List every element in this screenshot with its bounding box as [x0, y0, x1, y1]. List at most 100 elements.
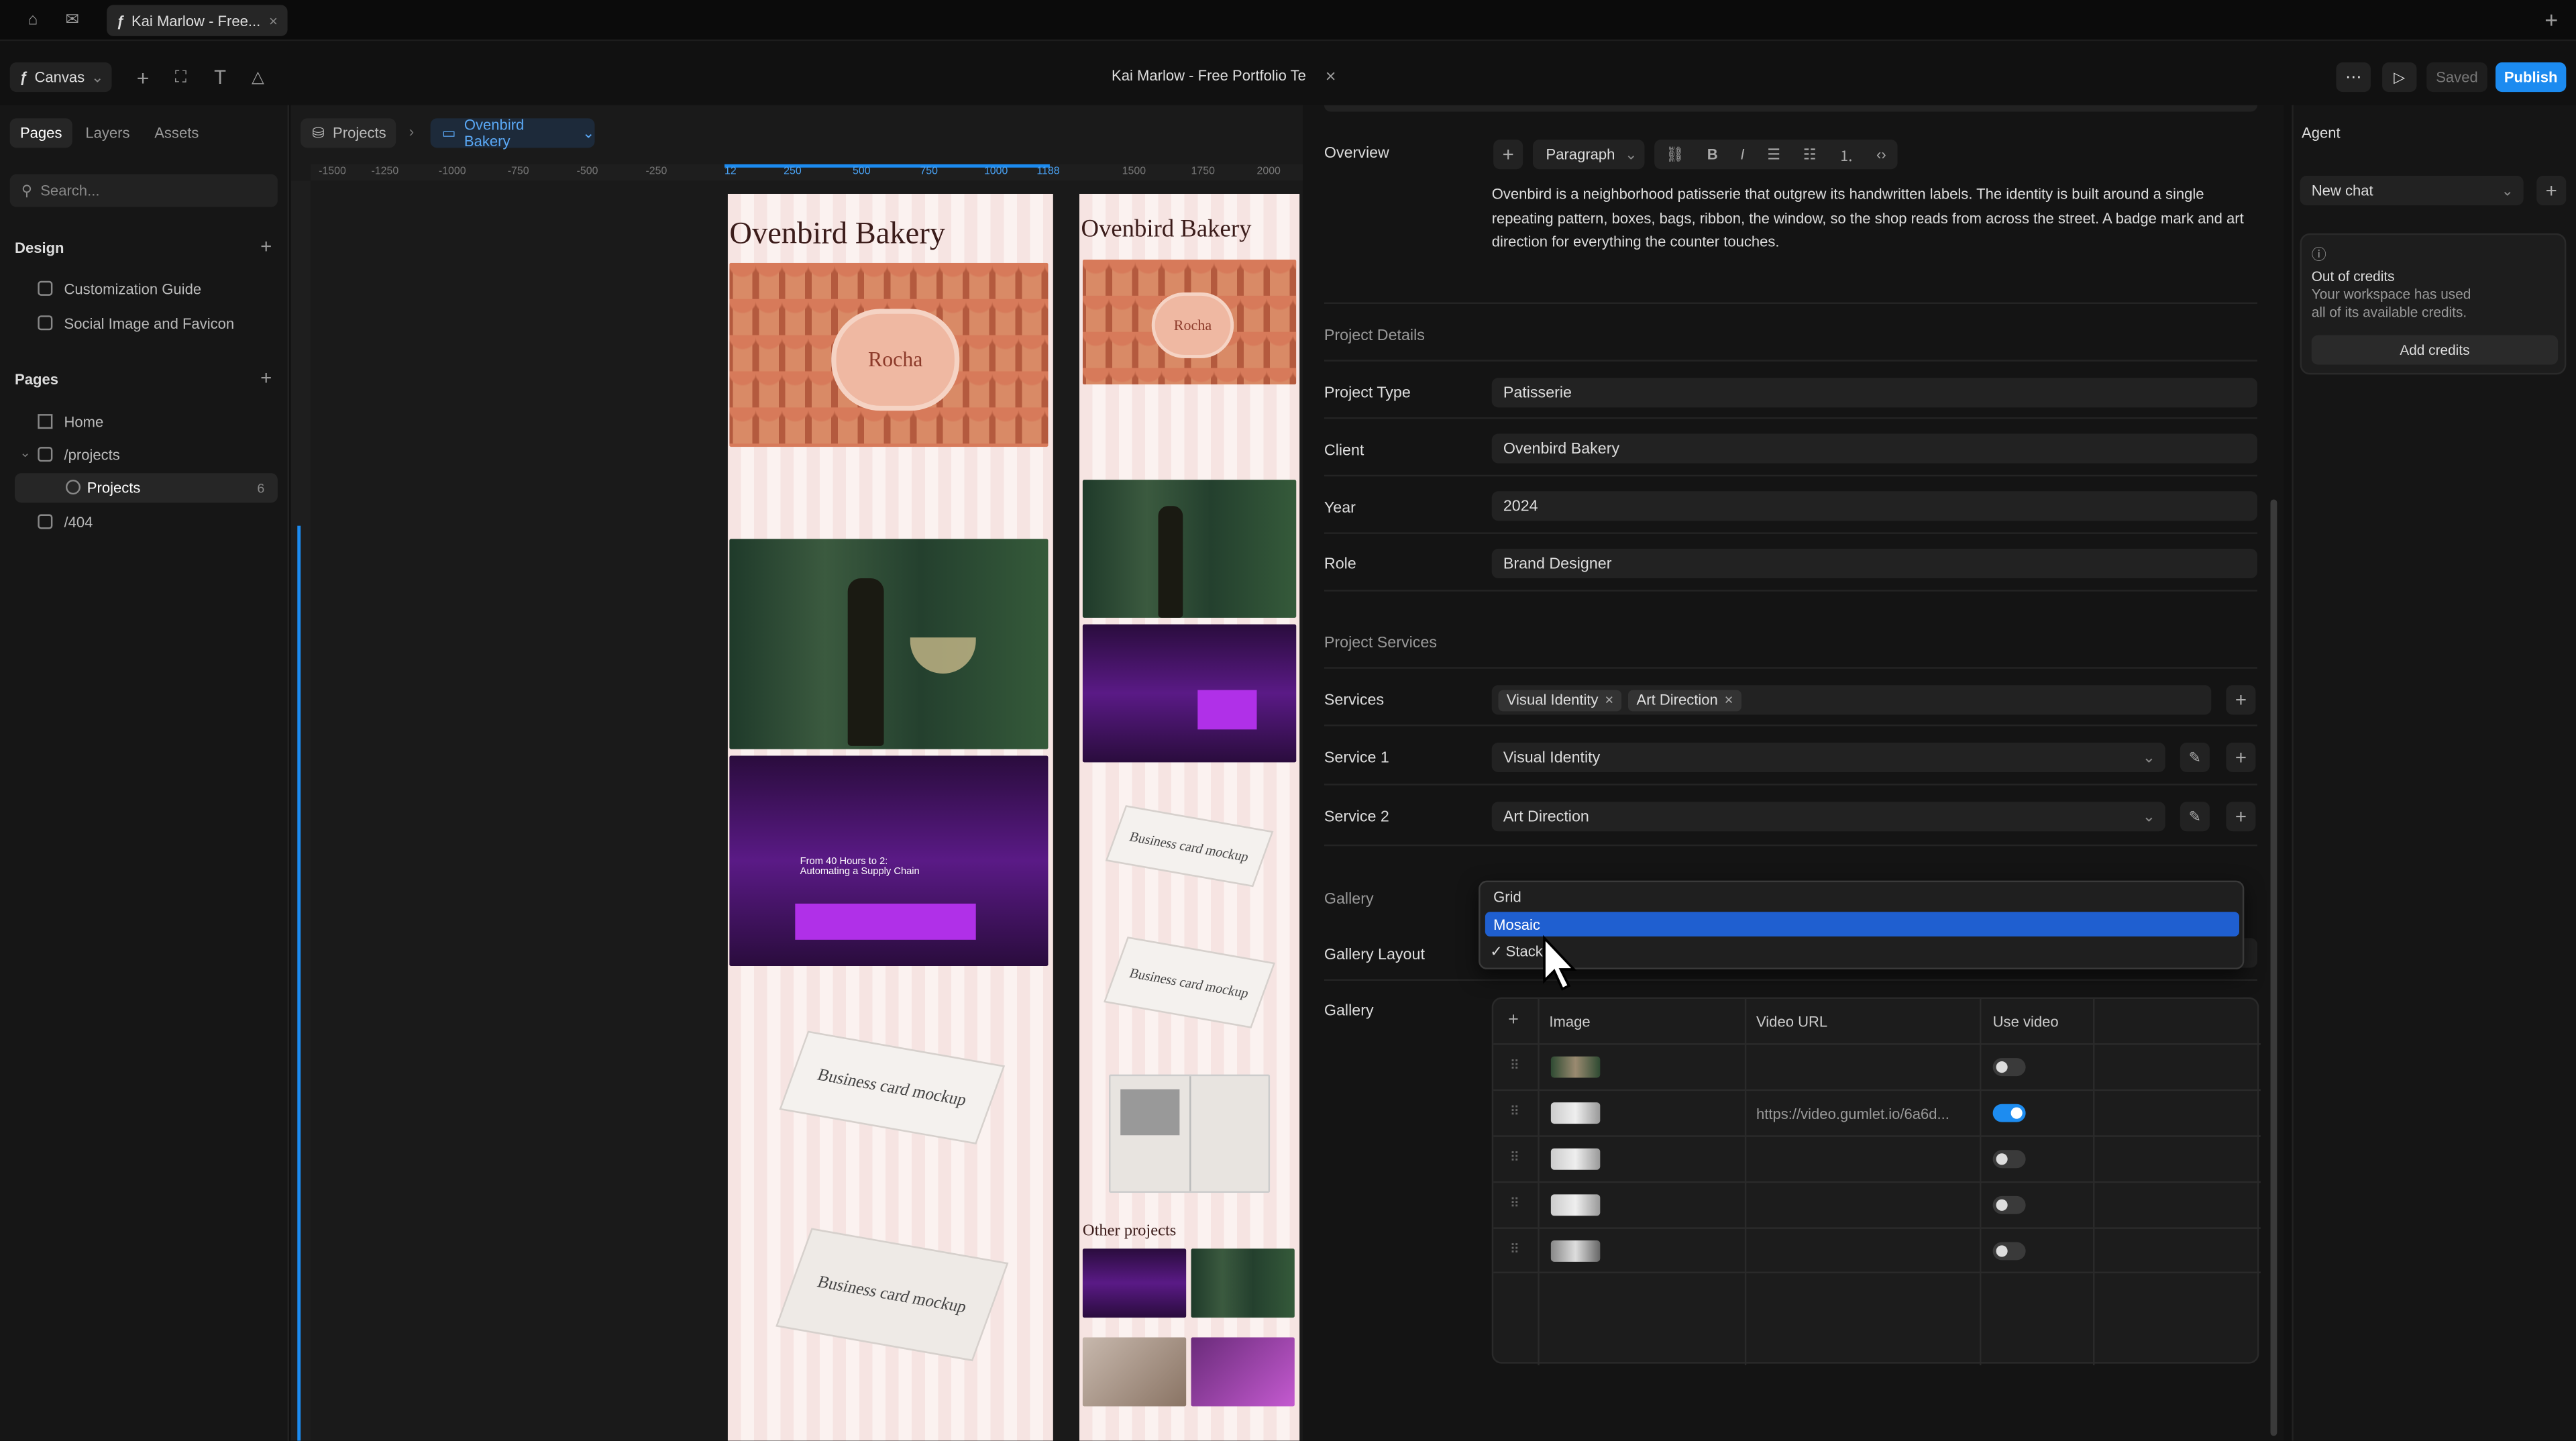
other-project-thumb[interactable] [1191, 1248, 1295, 1318]
desktop-frame[interactable]: Ovenbird Bakery Rocha From 40 Hours to 2… [727, 193, 1053, 1441]
service1-select[interactable]: Visual Identity ⌄ [1491, 742, 2165, 773]
add-page-icon[interactable]: + [256, 366, 276, 389]
tab-layers[interactable]: Layers [85, 125, 129, 141]
insert-icon[interactable]: + [131, 65, 154, 90]
service-chip[interactable]: Visual Identity × [1498, 689, 1622, 711]
breadcrumb-root[interactable]: ⛁ Projects [301, 118, 396, 148]
remove-chip-icon[interactable]: × [1605, 692, 1613, 708]
use-video-toggle[interactable] [1992, 1150, 2026, 1169]
checklist-icon[interactable]: ☷ [1803, 146, 1817, 164]
canvas-area[interactable]: ⛁ Projects › ▭ Ovenbird Bakery ⌄ -1500 -125… [290, 105, 1303, 1441]
video-url-cell[interactable]: https://video.gumlet.io/6a6d... [1756, 1106, 1973, 1122]
table-row[interactable]: ⠿ [1493, 1181, 2261, 1228]
drag-handle-icon[interactable]: ⠿ [1510, 1196, 1519, 1211]
numbered-list-icon[interactable]: ⒈ [1839, 144, 1854, 165]
new-chat-button[interactable]: + [2536, 176, 2567, 206]
close-tab-icon[interactable]: × [269, 12, 278, 28]
document-tab[interactable]: ƒ Kai Marlow - Free... × [107, 5, 288, 36]
credits-card: ⓘ Out of credits Your workspace has used… [2300, 233, 2567, 375]
dropdown-option-grid[interactable]: Grid [1493, 889, 1521, 905]
bold-icon[interactable]: B [1707, 146, 1718, 162]
search-input[interactable]: Search... [40, 182, 99, 199]
drag-handle-icon[interactable]: ⠿ [1510, 1104, 1519, 1119]
other-project-thumb[interactable] [1082, 1248, 1187, 1318]
table-row[interactable]: ⠿ [1493, 1135, 2261, 1181]
add-gallery-item-icon[interactable]: + [1508, 1010, 1519, 1030]
other-project-thumb[interactable] [1082, 1337, 1187, 1407]
use-video-toggle[interactable] [1992, 1104, 2026, 1122]
drag-handle-icon[interactable]: ⠿ [1510, 1058, 1519, 1073]
link-icon[interactable]: ⛓ [1666, 146, 1684, 164]
use-video-toggle[interactable] [1992, 1242, 2026, 1261]
preview-button[interactable]: ▷ [2382, 62, 2417, 93]
drag-handle-icon[interactable]: ⠿ [1510, 1242, 1519, 1257]
frame-tool-icon[interactable]: ⛶ [169, 66, 192, 89]
scrollbar-thumb[interactable] [2270, 499, 2277, 1436]
tab-pages[interactable]: Pages [9, 118, 72, 148]
paragraph-style-select[interactable]: Paragraph ⌄ [1532, 140, 1645, 170]
project-type-input[interactable]: Patisserie [1491, 378, 2257, 408]
new-tab-icon[interactable]: + [2540, 7, 2563, 33]
client-input[interactable]: Ovenbird Bakery [1491, 433, 2257, 464]
saved-status: Saved [2426, 62, 2487, 93]
gallery-image-thumb[interactable] [1550, 1240, 1601, 1262]
title-bar: ⌂ ✉ ƒ Kai Marlow - Free... × + [0, 0, 2576, 42]
bullet-list-icon[interactable]: ☰ [1767, 146, 1780, 164]
design-item-social-image[interactable]: Social Image and Favicon [15, 309, 278, 338]
add-credits-button[interactable]: Add credits [2311, 335, 2559, 365]
page-item-projects-folder[interactable]: ⌄ /projects [15, 440, 278, 470]
table-row[interactable]: ⠿ [1493, 1227, 2261, 1273]
text-tool-icon[interactable]: T [209, 66, 231, 89]
dropdown-option-stack[interactable]: ✓ Stack [1490, 943, 1543, 961]
page-item-404[interactable]: /404 [15, 508, 278, 537]
inbox-icon[interactable]: ✉ [62, 10, 82, 30]
add-service2-button[interactable]: + [2226, 802, 2256, 832]
gallery-image-thumb[interactable] [1550, 1194, 1601, 1216]
chevron-down-icon: ⌄ [2501, 181, 2514, 199]
close-editor-icon[interactable]: × [1320, 66, 1342, 89]
italic-icon[interactable]: I [1740, 146, 1744, 162]
page-item-home[interactable]: Home [15, 407, 278, 437]
overview-text[interactable]: Ovenbird is a neighborhood patisserie th… [1492, 182, 2264, 254]
ruler-tick: 500 [853, 166, 871, 178]
home-icon[interactable]: ⌂ [23, 10, 42, 30]
search-field[interactable]: ⚲ Search... [9, 174, 278, 207]
code-icon[interactable]: ‹› [1876, 146, 1886, 162]
service2-select[interactable]: Art Direction ⌄ [1491, 802, 2165, 832]
insert-block-button[interactable]: + [1493, 140, 1523, 170]
ruler-tick: -500 [576, 166, 598, 178]
other-project-thumb[interactable] [1191, 1337, 1295, 1407]
page-item-projects-cms[interactable]: Projects 6 [15, 473, 278, 503]
services-multiselect[interactable]: Visual Identity × Art Direction × [1491, 685, 2212, 715]
gallery-image-thumb[interactable] [1550, 1056, 1601, 1078]
year-input[interactable]: 2024 [1491, 491, 2257, 521]
edit-service1-button[interactable]: ✎ [2180, 742, 2210, 773]
publish-button[interactable]: Publish [2496, 62, 2567, 93]
drag-handle-icon[interactable]: ⠿ [1510, 1150, 1519, 1165]
add-service1-button[interactable]: + [2226, 742, 2256, 773]
breadcrumb-root-label: Projects [333, 125, 386, 142]
tab-assets[interactable]: Assets [154, 125, 199, 141]
use-video-toggle[interactable] [1992, 1195, 2026, 1214]
chat-select[interactable]: New chat ⌄ [2300, 176, 2524, 206]
tablet-frame[interactable]: Ovenbird Bakery Rocha Business card mock… [1079, 193, 1300, 1441]
service-chip[interactable]: Art Direction × [1628, 689, 1741, 711]
table-row[interactable]: ⠿ [1493, 1043, 2261, 1089]
vector-tool-icon[interactable]: △ [246, 66, 269, 89]
breadcrumb-current[interactable]: ▭ Ovenbird Bakery ⌄ [430, 117, 595, 150]
use-video-toggle[interactable] [1992, 1058, 2026, 1077]
remove-chip-icon[interactable]: × [1725, 692, 1733, 708]
edit-service2-button[interactable]: ✎ [2180, 802, 2210, 832]
add-service-button[interactable]: + [2226, 685, 2256, 715]
gallery-image-thumb[interactable] [1550, 1102, 1601, 1124]
more-options-button[interactable]: ⋯ [2336, 62, 2371, 93]
role-input[interactable]: Brand Designer [1491, 548, 2257, 579]
bakery-box-image: Rocha [1082, 259, 1297, 385]
canvas-menu-button[interactable]: ƒ Canvas ⌄ [9, 62, 112, 93]
design-item-customization-guide[interactable]: Customization Guide [15, 274, 278, 304]
add-design-icon[interactable]: + [256, 235, 276, 258]
dropdown-option-mosaic[interactable]: Mosaic [1485, 912, 2239, 937]
table-row[interactable]: ⠿ https://video.gumlet.io/6a6d... [1493, 1089, 2261, 1136]
database-icon [65, 480, 81, 495]
gallery-image-thumb[interactable] [1550, 1148, 1601, 1170]
